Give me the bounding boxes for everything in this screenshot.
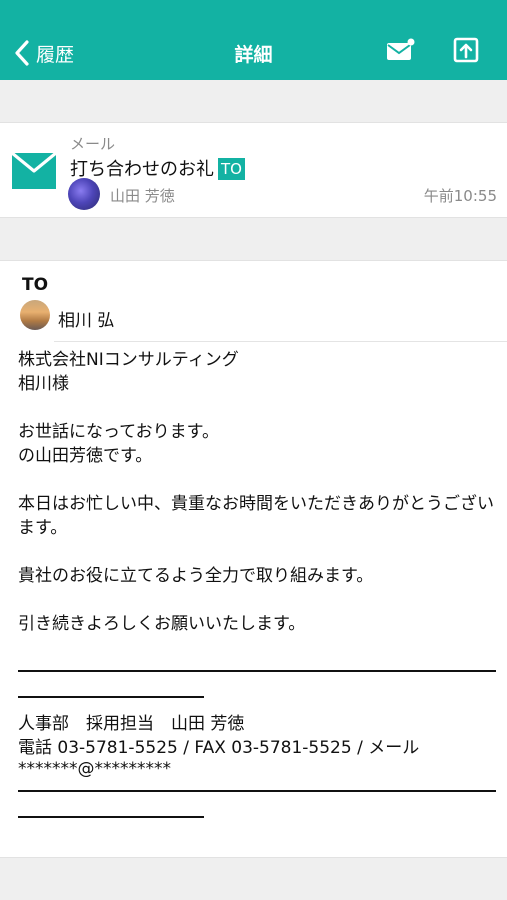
recipient-avatar: [20, 300, 50, 330]
recipients-label: TO: [22, 275, 49, 295]
sender-name: 山田 芳徳: [110, 187, 175, 205]
share-button[interactable]: [448, 36, 484, 68]
body-company: 株式会社NIコンサルティング: [18, 350, 239, 370]
signature-line-2: 電話 03-5781-5525 / FAX 03-5781-5525 / メール: [18, 738, 420, 758]
envelope-icon: [10, 147, 58, 195]
body-thanks: 本日はお忙しい中、貴重なお時間をいただきありがとうございます。: [18, 494, 494, 538]
message-summary-card: メール 打ち合わせのお礼 TO 山田 芳徳 午前10:55: [0, 122, 507, 218]
signature-line-1: 人事部 採用担当 山田 芳徳: [18, 714, 245, 734]
message-body: 株式会社NIコンサルティング 相川様 お世話になっております。 の山田芳徳です。…: [18, 348, 500, 818]
body-greeting-2: の山田芳徳です。: [18, 446, 153, 466]
sender-avatar: [68, 178, 100, 210]
body-blank: [18, 468, 500, 492]
message-body-card: TO 相川 弘 株式会社NIコンサルティング 相川様 お世話になっております。 …: [0, 260, 507, 858]
page-title: 詳細: [234, 44, 273, 66]
body-blank: [18, 588, 500, 612]
signature-rule: [18, 670, 496, 672]
message-type-label: メール: [70, 135, 116, 153]
divider: [54, 341, 507, 342]
signature-line-3: *******@*********: [18, 759, 171, 779]
body-commitment: 貴社のお役に立てるよう全力で取り組みます。: [18, 566, 374, 586]
body-addressee: 相川様: [18, 374, 69, 394]
recipient-name[interactable]: 相川 弘: [58, 306, 114, 331]
body-blank: [18, 540, 500, 564]
share-icon: [452, 36, 480, 68]
mail-button[interactable]: [382, 36, 418, 68]
signature-rule: [18, 790, 496, 792]
navigation-bar: 履歴 詳細: [0, 0, 507, 80]
body-blank: [18, 396, 500, 420]
mail-icon: [385, 38, 415, 66]
body-greeting-1: お世話になっております。: [18, 422, 219, 442]
to-badge: TO: [218, 158, 245, 180]
body-closing: 引き続きよろしくお願いいたします。: [18, 614, 306, 634]
signature-rule-short: [18, 816, 204, 818]
subject-text: 打ち合わせのお礼: [70, 159, 214, 180]
message-time: 午前10:55: [423, 187, 497, 205]
message-subject: 打ち合わせのお礼 TO: [70, 155, 245, 181]
signature-rule-short: [18, 696, 204, 698]
